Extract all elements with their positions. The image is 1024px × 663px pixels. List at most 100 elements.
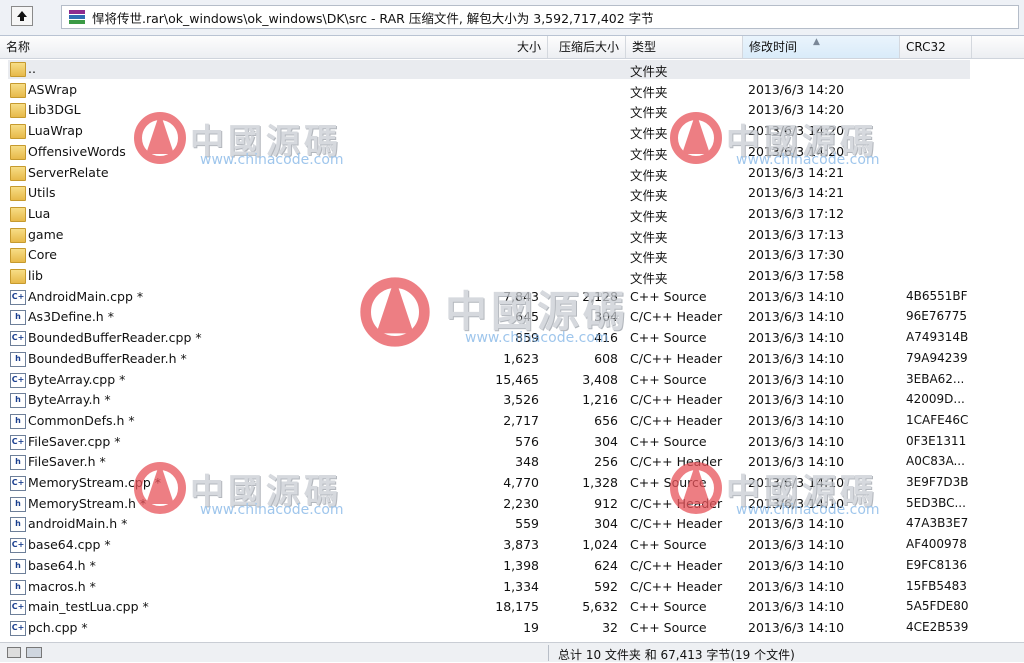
row-name: Lua (28, 205, 51, 221)
row-size: 3,873 (503, 537, 539, 553)
row-packed-size: 304 (594, 516, 618, 532)
row-name: base64.h * (28, 557, 96, 573)
row-type: C/C++ Header (630, 578, 723, 594)
column-size[interactable]: 大小 (470, 36, 548, 58)
up-folder-button[interactable] (11, 6, 33, 26)
folder-row[interactable]: LuaWrap 文件夹 2013/6/3 14:20 (0, 121, 1024, 142)
column-crc[interactable]: CRC32 (900, 36, 972, 58)
file-row[interactable]: h FileSaver.h * 348 256 C/C++ Header 2013/6/3… (0, 452, 1024, 473)
folder-icon (10, 103, 26, 119)
file-row[interactable]: C+ main_testLua.cpp * 18,175 5,632 C++ Sourc… (0, 597, 1024, 618)
folder-row[interactable]: Lib3DGL 文件夹 2013/6/3 14:20 (0, 100, 1024, 121)
file-row[interactable]: C+ base64.cpp * 3,873 1,024 C++ Source 2013/6… (0, 535, 1024, 556)
row-type: 文件夹 (630, 146, 668, 162)
column-type[interactable]: 类型 (626, 36, 743, 58)
cpp-file-icon: C+ (10, 434, 26, 450)
folder-icon (10, 144, 26, 160)
row-name: Utils (28, 185, 56, 201)
row-modified: 2013/6/3 14:10 (748, 288, 845, 304)
status-separator (548, 645, 549, 661)
row-name: ByteArray.cpp * (28, 371, 126, 387)
row-packed-size: 656 (594, 412, 618, 428)
file-row[interactable]: C+ AndroidMain.cpp * 7,843 2,128 C++ Source 2… (0, 287, 1024, 308)
row-name: .. (28, 61, 36, 76)
network-icon[interactable] (26, 647, 42, 658)
row-packed-size: 256 (594, 454, 618, 470)
row-modified: 2013/6/3 14:21 (748, 164, 845, 180)
row-type: C/C++ Header (630, 516, 723, 532)
sort-ascending-icon: ▲ (813, 37, 820, 47)
row-type: 文件夹 (630, 126, 668, 142)
file-row[interactable]: h macros.h * 1,334 592 C/C++ Header 2013/6/3 … (0, 577, 1024, 598)
column-modified[interactable]: ▲ 修改时间 (743, 36, 900, 58)
row-type: C++ Source (630, 371, 707, 387)
folder-row[interactable]: ASWrap 文件夹 2013/6/3 14:20 (0, 80, 1024, 101)
column-crc-label: CRC32 (906, 40, 946, 54)
row-size: 559 (515, 516, 539, 532)
drive-icon[interactable] (7, 647, 21, 658)
row-name: lib (28, 268, 43, 283)
file-row[interactable]: C+ FileSaver.cpp * 576 304 C++ Source 2013/6/… (0, 432, 1024, 453)
header-file-icon: h (10, 455, 26, 471)
row-crc: A0C83A... (906, 454, 965, 469)
row-crc: 5A5FDE80 (906, 599, 969, 614)
file-row[interactable]: h BoundedBufferReader.h * 1,623 608 C/C++ He… (0, 349, 1024, 370)
file-row[interactable]: C+ ByteArray.cpp * 15,465 3,408 C++ Source 20… (0, 370, 1024, 391)
folder-row[interactable]: Core 文件夹 2013/6/3 17:30 (0, 245, 1024, 266)
folder-row[interactable]: game 文件夹 2013/6/3 17:13 (0, 225, 1024, 246)
file-row[interactable]: h ByteArray.h * 3,526 1,216 C/C++ Header 2013… (0, 390, 1024, 411)
file-row[interactable]: h androidMain.h * 559 304 C/C++ Header 2013/6… (0, 514, 1024, 535)
file-row[interactable]: C+ MemoryStream.cpp * 4,770 1,328 C++ Source… (0, 473, 1024, 494)
row-modified: 2013/6/3 14:10 (748, 599, 845, 615)
folder-icon (10, 248, 26, 264)
row-type: C++ Source (630, 433, 707, 449)
row-name: ByteArray.h * (28, 392, 111, 408)
folder-icon (10, 227, 26, 243)
folder-row[interactable]: Utils 文件夹 2013/6/3 14:21 (0, 183, 1024, 204)
row-crc: 0F3E1311 (906, 433, 967, 448)
row-crc: AF400978 (906, 537, 967, 552)
file-row[interactable]: h base64.h * 1,398 624 C/C++ Header 2013/6/3 … (0, 556, 1024, 577)
row-crc: 96E76775 (906, 309, 968, 324)
row-name: MemoryStream.cpp * (28, 475, 162, 490)
file-row[interactable]: C+ BoundedBufferReader.cpp * 859 416 C++ Sou… (0, 328, 1024, 349)
archive-path-field[interactable]: 悍将传世.rar\ok_windows\ok_windows\DK\src - … (61, 5, 1019, 29)
folder-row[interactable]: ServerRelate 文件夹 2013/6/3 14:21 (0, 163, 1024, 184)
row-packed-size: 304 (594, 433, 618, 449)
row-type: 文件夹 (630, 105, 668, 121)
row-name: BoundedBufferReader.h * (28, 350, 187, 366)
row-name: FileSaver.cpp * (28, 433, 121, 449)
row-packed-size: 32 (602, 619, 618, 635)
column-packed-label: 压缩后大小 (558, 40, 619, 54)
row-modified: 2013/6/3 14:10 (748, 309, 845, 325)
row-name: game (28, 226, 64, 242)
folder-row[interactable]: lib 文件夹 2013/6/3 17:58 (0, 266, 1024, 287)
column-packed[interactable]: 压缩后大小 (548, 36, 626, 58)
file-list[interactable]: .. 文件夹 ASWrap 文件夹 2013/6/3 14:20 Lib3DGL 文件夹 20… (0, 59, 1024, 642)
file-row[interactable]: C+ pch.cpp * 19 32 C++ Source 2013/6/3 14:10 4… (0, 618, 1024, 639)
file-row[interactable]: h MemoryStream.h * 2,230 912 C/C++ Header 201… (0, 494, 1024, 515)
row-name: main_testLua.cpp * (28, 599, 149, 615)
folder-row[interactable]: Lua 文件夹 2013/6/3 17:12 (0, 204, 1024, 225)
row-name: ServerRelate (28, 164, 109, 180)
row-size: 1,398 (503, 557, 539, 573)
file-row[interactable]: h As3Define.h * 645 304 C/C++ Header 2013/6/3… (0, 307, 1024, 328)
row-crc: 42009D... (906, 392, 965, 407)
row-type: C++ Source (630, 619, 707, 635)
row-crc: 15FB5483 (906, 578, 967, 593)
folder-row[interactable]: OffensiveWords 文件夹 2013/6/3 14:20 (0, 142, 1024, 163)
folder-icon (10, 62, 26, 77)
folder-icon (10, 124, 26, 140)
folder-row[interactable]: .. 文件夹 (0, 59, 1024, 80)
row-type: C/C++ Header (630, 392, 723, 408)
row-crc: 3EBA62... (906, 371, 965, 386)
column-modified-label: 修改时间 (749, 40, 798, 54)
row-type: 文件夹 (630, 84, 668, 100)
row-name: AndroidMain.cpp * (28, 288, 144, 304)
row-name: Lib3DGL (28, 102, 81, 118)
selection-highlight (8, 60, 970, 79)
file-row[interactable]: h CommonDefs.h * 2,717 656 C/C++ Header 2013/… (0, 411, 1024, 432)
row-type: 文件夹 (630, 229, 668, 245)
column-name[interactable]: 名称 (0, 36, 548, 58)
rar-archive-icon (69, 10, 85, 24)
